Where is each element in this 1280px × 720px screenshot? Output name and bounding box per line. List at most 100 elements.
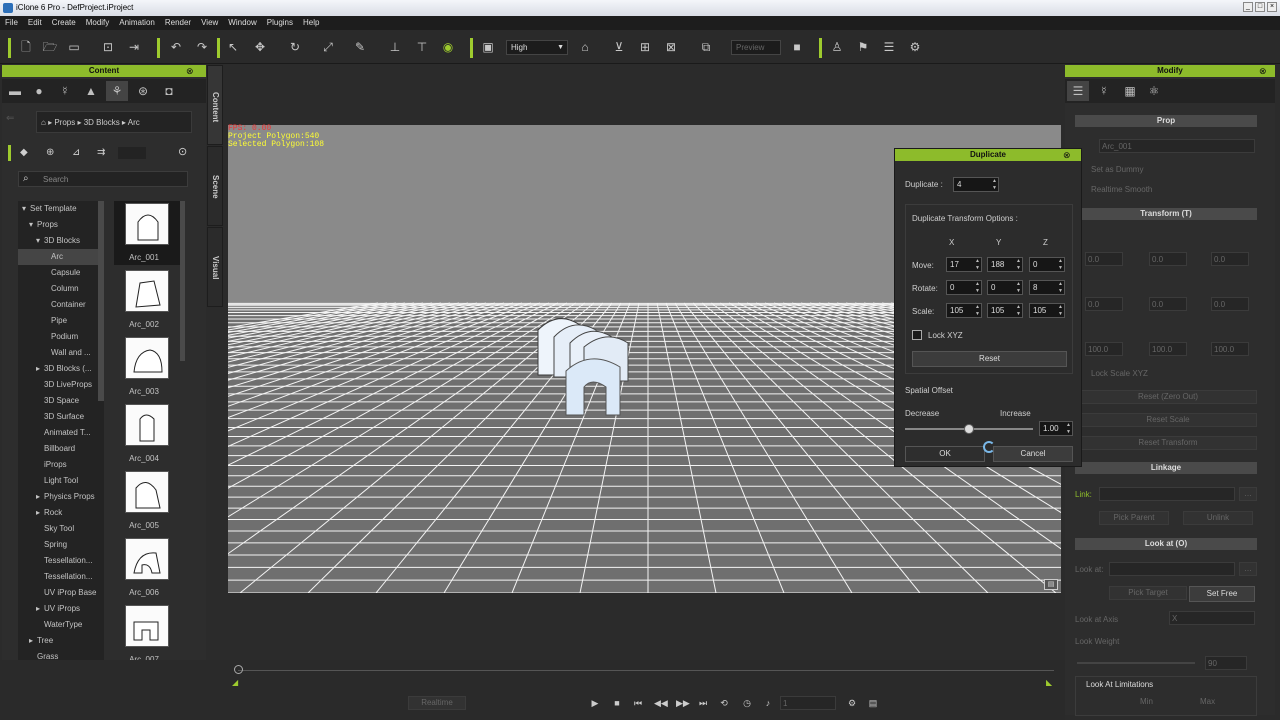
lock-scale-checkbox[interactable]: Lock Scale XYZ xyxy=(1091,369,1148,378)
start-marker-icon[interactable]: ◢ xyxy=(232,678,238,687)
close-icon[interactable]: ⊗ xyxy=(186,66,194,77)
transform-section-header[interactable]: Transform (T) xyxy=(1075,208,1257,220)
tree-arrow-icon[interactable]: ▸ xyxy=(36,505,44,521)
lookat-section-header[interactable]: Look at (O) xyxy=(1075,538,1257,550)
scene-icon[interactable]: ▲ xyxy=(80,81,102,101)
scale-z-input[interactable]: 105 ▲ ▼ xyxy=(1029,303,1065,318)
breadcrumb-arc[interactable]: Arc xyxy=(128,118,140,127)
tree-item[interactable]: UV iProp Base xyxy=(18,585,104,601)
tree-item[interactable]: Capsule xyxy=(18,265,104,281)
spinner-icon[interactable]: ▲ ▼ xyxy=(975,258,980,272)
tree-item[interactable]: ▸ 3D Blocks (... xyxy=(18,361,104,377)
props-icon[interactable]: ⚘ xyxy=(106,81,128,101)
move-z-input[interactable]: 0 ▲ ▼ xyxy=(1029,257,1065,272)
search-input[interactable]: ⌕ Search xyxy=(18,171,188,187)
reset-zero-button[interactable]: Reset (Zero Out) xyxy=(1079,390,1257,404)
pick-icon[interactable]: ✎ xyxy=(352,39,368,55)
quality-select[interactable]: High ▼ xyxy=(506,40,568,55)
move-x-input[interactable]: 17 ▲ ▼ xyxy=(946,257,982,272)
spatial-offset-slider[interactable] xyxy=(905,424,1033,434)
prop-section-header[interactable]: Prop xyxy=(1075,115,1257,127)
rotate-icon[interactable]: ↻ xyxy=(287,39,303,55)
physics-icon[interactable]: ⚛ xyxy=(1143,81,1165,101)
audio-icon[interactable]: ♪ xyxy=(762,697,774,709)
undo-icon[interactable]: ↶ xyxy=(168,39,184,55)
spatial-offset-input[interactable]: 1.00 ▲ ▼ xyxy=(1039,421,1073,436)
align-icon[interactable]: ⊥ xyxy=(387,39,403,55)
time-settings-icon[interactable]: ⚙ xyxy=(846,697,858,709)
duplicate-count-input[interactable]: 4 ▲ ▼ xyxy=(953,177,999,192)
rotate-z-field[interactable]: 0.0 xyxy=(1211,297,1249,311)
motion-icon[interactable]: ☿ xyxy=(54,81,76,101)
look-at-field[interactable] xyxy=(1109,562,1235,576)
visibility-icon[interactable]: ◉ xyxy=(440,39,456,55)
tree-item[interactable]: ▾ 3D Blocks xyxy=(18,233,104,249)
prev-frame-icon[interactable]: ◀◀ xyxy=(654,697,668,709)
scale-y-input[interactable]: 105 ▲ ▼ xyxy=(987,303,1023,318)
tree-item[interactable]: Sky Tool xyxy=(18,521,104,537)
sliders-icon[interactable]: ☰ xyxy=(1067,81,1089,101)
timeline-icon[interactable]: ▤ xyxy=(867,697,879,709)
tree-item[interactable]: Light Tool xyxy=(18,473,104,489)
spinner-icon[interactable]: ▲ ▼ xyxy=(1016,304,1021,318)
end-marker-icon[interactable]: ◣ xyxy=(1046,678,1052,687)
import-icon[interactable]: ⇥ xyxy=(126,39,142,55)
home-camera-icon[interactable]: ⌂ xyxy=(577,39,593,55)
tree-item[interactable]: Tessellation... xyxy=(18,553,104,569)
menu-edit[interactable]: Edit xyxy=(23,16,47,29)
tree-arrow-icon[interactable]: ▸ xyxy=(36,361,44,377)
tree-item[interactable]: Container xyxy=(18,297,104,313)
set-free-button[interactable]: Set Free xyxy=(1189,586,1255,602)
scale-icon[interactable]: ⤢ xyxy=(320,39,336,55)
slider-knob[interactable] xyxy=(964,424,974,434)
tree-item[interactable]: Column xyxy=(18,281,104,297)
spinner-icon[interactable]: ▲ ▼ xyxy=(1066,422,1071,436)
menu-create[interactable]: Create xyxy=(47,16,81,29)
rotate-x-field[interactable]: 0.0 xyxy=(1085,297,1123,311)
maximize-button[interactable]: □ xyxy=(1255,2,1265,12)
minimize-button[interactable]: _ xyxy=(1243,2,1253,12)
menu-help[interactable]: Help xyxy=(298,16,324,29)
zoom-icon[interactable]: ⊞ xyxy=(637,39,653,55)
flag-icon[interactable]: ⚑ xyxy=(855,39,871,55)
look-weight-field[interactable]: 90 xyxy=(1205,656,1247,670)
lock-xyz-checkbox[interactable] xyxy=(912,330,922,340)
scale-x-input[interactable]: 105 ▲ ▼ xyxy=(946,303,982,318)
rotate-z-input[interactable]: 8 ▲ ▼ xyxy=(1029,280,1065,295)
rotate-y-input[interactable]: 0 ▲ ▼ xyxy=(987,280,1023,295)
link-field[interactable] xyxy=(1099,487,1235,501)
content-item[interactable]: Arc_002 xyxy=(114,268,180,332)
render-mode-icon[interactable]: ▣ xyxy=(480,39,496,55)
character-icon[interactable]: ♙ xyxy=(829,39,845,55)
realtime-smooth-checkbox[interactable]: Realtime Smooth xyxy=(1091,185,1152,194)
camera-view-icon[interactable]: ⧉ xyxy=(698,39,714,55)
breadcrumb-props[interactable]: Props xyxy=(54,118,75,127)
record-camera-icon[interactable]: ■ xyxy=(789,39,805,55)
tree-item[interactable]: 3D Surface xyxy=(18,409,104,425)
spinner-icon[interactable]: ▲ ▼ xyxy=(975,304,980,318)
spinner-icon[interactable]: ▲ ▼ xyxy=(975,281,980,295)
diamond-icon[interactable]: ◆ xyxy=(20,147,28,158)
look-at-browse-button[interactable]: … xyxy=(1239,562,1257,576)
spinner-icon[interactable]: ▲ ▼ xyxy=(1016,281,1021,295)
name-field[interactable]: Arc_001 xyxy=(1099,139,1255,153)
realtime-button[interactable]: Realtime xyxy=(408,696,466,710)
breadcrumb-3d-blocks[interactable]: 3D Blocks xyxy=(84,118,120,127)
set-dummy-checkbox[interactable]: Set as Dummy xyxy=(1091,165,1143,174)
move-y-field[interactable]: 0.0 xyxy=(1149,252,1187,266)
viewport-menu-icon[interactable]: ▤ xyxy=(1044,579,1058,590)
tree-item[interactable]: 3D LiveProps xyxy=(18,377,104,393)
rotate-x-input[interactable]: 0 ▲ ▼ xyxy=(946,280,982,295)
timeline-playhead[interactable] xyxy=(234,665,243,674)
tree-item[interactable]: ▾ Set Template xyxy=(18,201,104,217)
tree-arrow-icon[interactable]: ▾ xyxy=(36,233,44,249)
frame-icon[interactable]: ⊠ xyxy=(663,39,679,55)
folder-icon[interactable]: ▬ xyxy=(4,81,26,101)
pick-parent-button[interactable]: Pick Parent xyxy=(1099,511,1169,525)
pick-target-button[interactable]: Pick Target xyxy=(1109,586,1187,600)
select-icon[interactable]: ↖ xyxy=(225,39,241,55)
look-weight-slider[interactable] xyxy=(1077,662,1195,664)
tree-arrow-icon[interactable]: ▾ xyxy=(29,217,37,233)
tree-item[interactable]: ▸ Physics Props xyxy=(18,489,104,505)
tree-item[interactable]: 3D Space xyxy=(18,393,104,409)
